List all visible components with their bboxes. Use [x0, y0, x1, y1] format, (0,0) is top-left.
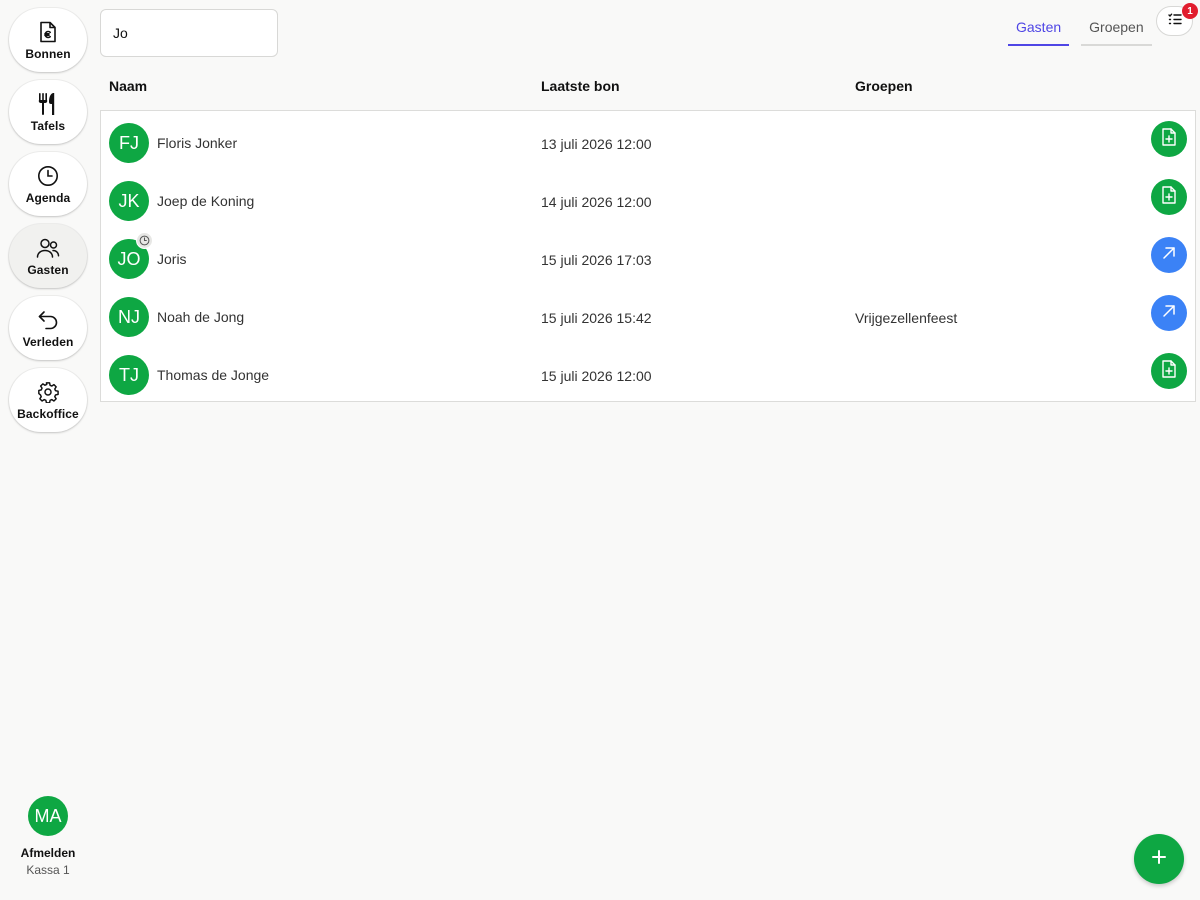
arrow-up-right-icon — [1161, 245, 1177, 266]
user-avatar[interactable]: MA — [28, 796, 68, 836]
nav-tafels-button[interactable]: Tafels — [9, 80, 87, 144]
logout-link[interactable]: Afmelden — [0, 846, 96, 860]
user-panel[interactable]: MA Afmelden Kassa 1 — [0, 796, 96, 877]
column-header-last-receipt[interactable]: Laatste bon — [541, 78, 620, 94]
last-receipt-date: 14 juli 2026 12:00 — [541, 194, 652, 210]
last-receipt-date: 15 juli 2026 15:42 — [541, 310, 652, 326]
file-plus-icon — [1161, 185, 1177, 209]
open-receipt-button[interactable] — [1151, 237, 1187, 273]
nav-bonnen-button[interactable]: Bonnen — [9, 8, 87, 72]
table-row[interactable]: FJ Floris Jonker 13 juli 2026 12:00 — [101, 113, 1195, 171]
guest-avatar: JK — [109, 181, 149, 221]
plus-icon — [1151, 849, 1167, 870]
guest-name: Floris Jonker — [157, 135, 238, 151]
table-row[interactable]: JK Joep de Koning 14 juli 2026 12:00 — [101, 171, 1195, 229]
arrow-up-right-icon — [1161, 303, 1177, 324]
nav-tafels-label: Tafels — [30, 118, 66, 133]
open-receipt-button[interactable] — [1151, 295, 1187, 331]
nav-agenda-label: Agenda — [25, 190, 71, 205]
guest-name: Joep de Koning — [157, 193, 255, 209]
new-receipt-button[interactable] — [1151, 353, 1187, 389]
table-row[interactable]: NJ Noah de Jong 15 juli 2026 15:42 Vrijg… — [101, 287, 1195, 345]
new-receipt-button[interactable] — [1151, 121, 1187, 157]
guest-avatar: FJ — [109, 123, 149, 163]
nav-backoffice-button[interactable]: Backoffice — [9, 368, 87, 432]
guest-table: FJ Floris Jonker 13 juli 2026 12:00 JK J… — [100, 110, 1196, 402]
last-receipt-date: 13 juli 2026 12:00 — [541, 136, 652, 152]
tab-gasten[interactable]: Gasten — [1008, 9, 1070, 46]
pending-clock-icon — [136, 232, 153, 249]
view-tabs: Gasten Groepen — [1008, 9, 1164, 46]
nav-verleden-button[interactable]: Verleden — [9, 296, 87, 360]
column-header-name[interactable]: Naam — [109, 78, 147, 94]
filter-button[interactable]: 1 — [1156, 3, 1198, 36]
new-receipt-button[interactable] — [1151, 179, 1187, 215]
nav-backoffice-label: Backoffice — [17, 406, 79, 421]
last-receipt-date: 15 juli 2026 12:00 — [541, 368, 652, 384]
gear-icon — [36, 380, 60, 404]
file-plus-icon — [1161, 127, 1177, 151]
undo-arrow-icon — [36, 308, 60, 332]
tab-groepen[interactable]: Groepen — [1081, 9, 1152, 46]
guest-name: Thomas de Jonge — [157, 367, 270, 383]
list-filter-icon — [1167, 12, 1182, 30]
receipt-euro-icon — [36, 20, 60, 44]
add-guest-button[interactable] — [1134, 834, 1184, 884]
last-receipt-date: 15 juli 2026 17:03 — [541, 252, 652, 268]
guest-avatar: TJ — [109, 355, 149, 395]
clock-icon — [36, 164, 60, 188]
guest-group: Vrijgezellenfeest — [855, 310, 958, 326]
column-header-groups[interactable]: Groepen — [855, 78, 913, 94]
file-plus-icon — [1161, 359, 1177, 383]
nav-agenda-button[interactable]: Agenda — [9, 152, 87, 216]
nav-bonnen-label: Bonnen — [25, 46, 71, 61]
table-row[interactable]: JO Joris 15 juli 2026 17:03 — [101, 229, 1195, 287]
nav-verleden-label: Verleden — [22, 334, 74, 349]
table-row[interactable]: TJ Thomas de Jonge 15 juli 2026 12:00 — [101, 345, 1195, 403]
nav-gasten-button[interactable]: Gasten — [9, 224, 87, 288]
register-name: Kassa 1 — [26, 863, 70, 877]
users-icon — [36, 236, 60, 260]
guest-avatar: NJ — [109, 297, 149, 337]
search-input[interactable] — [100, 9, 278, 57]
guest-name: Noah de Jong — [157, 309, 245, 325]
filter-count-badge: 1 — [1182, 3, 1198, 19]
guest-name: Joris — [157, 251, 187, 267]
nav-gasten-label: Gasten — [27, 262, 69, 277]
fork-knife-icon — [36, 92, 60, 116]
sidebar: Bonnen Tafels Agenda Gasten Verleden Bac… — [0, 0, 96, 900]
